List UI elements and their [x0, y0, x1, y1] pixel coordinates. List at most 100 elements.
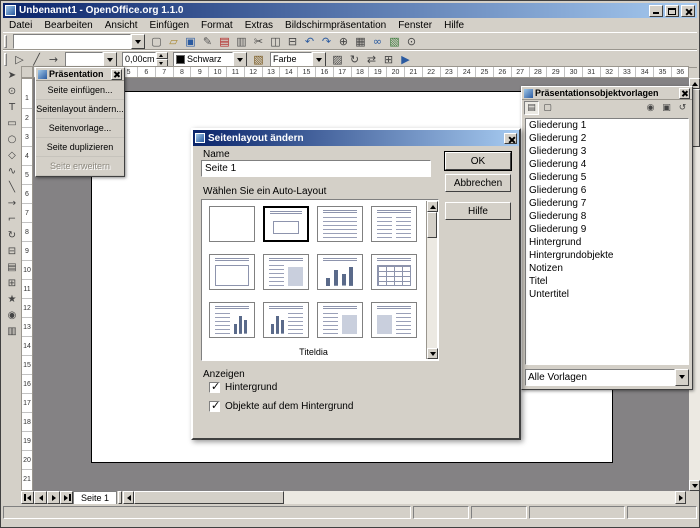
save-document-icon[interactable]: ▣ — [182, 33, 199, 49]
layout-option[interactable] — [209, 302, 255, 338]
presentation-styles-icon[interactable]: ▤ — [524, 101, 539, 115]
line-style-value[interactable] — [65, 52, 103, 67]
style-item[interactable]: Gliederung 9 — [526, 223, 688, 236]
horizontal-ruler[interactable]: 1234567891011121314151617181920212223242… — [33, 66, 689, 78]
style-item[interactable]: Notizen — [526, 262, 688, 275]
palette-close-button[interactable] — [111, 69, 122, 80]
vertical-ruler[interactable]: 123456789101112131415161718192021 — [21, 78, 33, 491]
edit-points-icon[interactable]: ▷ — [11, 51, 28, 67]
scroll-left-button[interactable] — [123, 491, 134, 504]
edit-file-icon[interactable]: ✎ — [199, 33, 216, 49]
line-style-dropdown-button[interactable] — [103, 52, 117, 67]
scroll-down-button[interactable] — [427, 348, 438, 359]
menu-item[interactable]: Ansicht — [99, 19, 144, 32]
layout-option[interactable] — [263, 302, 309, 338]
area-fill-dropdown-button[interactable] — [312, 52, 326, 67]
menu-item[interactable]: Hilfe — [438, 19, 470, 32]
scrollbar-track[interactable] — [284, 491, 675, 504]
scroll-right-button[interactable] — [675, 491, 686, 504]
fill-format-mode-icon[interactable]: ◉ — [643, 101, 658, 115]
export-pdf-icon[interactable]: ▤ — [216, 33, 233, 49]
graphics-styles-icon[interactable]: ▢ — [540, 101, 555, 115]
connector-tool-icon[interactable]: ⌐ — [4, 212, 21, 228]
style-item[interactable]: Hintergrund — [526, 236, 688, 249]
dialog-close-button[interactable] — [504, 133, 517, 144]
layout-option[interactable] — [317, 206, 363, 242]
palette-item[interactable]: Seite duplizieren — [36, 138, 124, 157]
menu-item[interactable]: Fenster — [392, 19, 438, 32]
copy-icon[interactable]: ◫ — [267, 33, 284, 49]
style-item[interactable]: Gliederung 2 — [526, 132, 688, 145]
minimize-button[interactable] — [649, 5, 663, 17]
scrollbar-track[interactable] — [427, 238, 437, 348]
scrollbar-thumb[interactable] — [134, 491, 284, 504]
rotate-tool-icon[interactable]: ↻ — [4, 228, 21, 244]
menu-item[interactable]: Datei — [3, 19, 38, 32]
layout-option[interactable] — [371, 302, 417, 338]
rotate-object-icon[interactable]: ↻ — [346, 51, 363, 67]
start-presentation-icon[interactable]: ▶ — [397, 51, 414, 67]
navigator-icon[interactable]: ⊕ — [335, 33, 352, 49]
line-color-value-box[interactable]: Schwarz — [173, 52, 233, 67]
menu-item[interactable]: Format — [195, 19, 239, 32]
rectangle-tool-icon[interactable]: ▭ — [4, 116, 21, 132]
style-item[interactable]: Untertitel — [526, 288, 688, 301]
next-page-button[interactable] — [47, 491, 60, 504]
url-input[interactable] — [13, 34, 131, 49]
zoom-tool-icon[interactable]: ⊙ — [4, 84, 21, 100]
toolbar-grip[interactable] — [4, 53, 7, 66]
new-style-icon[interactable]: ▣ — [659, 101, 674, 115]
background-checkbox[interactable]: Hintergrund — [209, 382, 353, 393]
horizontal-scrollbar[interactable] — [123, 491, 686, 504]
scroll-up-button[interactable] — [427, 201, 438, 212]
layout-scrollbar[interactable] — [426, 201, 437, 359]
print-icon[interactable]: ▥ — [233, 33, 250, 49]
style-filter-dropdown-button[interactable] — [675, 369, 689, 386]
interaction-tool-icon[interactable]: ◉ — [4, 308, 21, 324]
ellipse-tool-icon[interactable]: ○ — [4, 132, 21, 148]
toolbar-grip[interactable] — [4, 35, 7, 48]
line-width-value[interactable]: 0,00cm — [122, 52, 156, 67]
title-bar[interactable]: Unbenannt1 - OpenOffice.org 1.1.0 — [3, 3, 697, 18]
curve-tool-icon[interactable]: ∿ — [4, 164, 21, 180]
menu-item[interactable]: Extras — [239, 19, 279, 32]
layout-option[interactable] — [263, 206, 309, 242]
layout-option[interactable] — [317, 254, 363, 290]
stylist-close-button[interactable] — [679, 88, 690, 99]
area-dialog-icon[interactable]: ▧ — [250, 51, 267, 67]
previous-page-button[interactable] — [34, 491, 47, 504]
tab-splitter[interactable] — [118, 491, 122, 504]
layout-option[interactable] — [371, 206, 417, 242]
insert-tool-icon[interactable]: ⊞ — [4, 276, 21, 292]
dialog-title-bar[interactable]: Seitenlayout ändern — [193, 130, 519, 146]
style-filter-value[interactable]: Alle Vorlagen — [525, 369, 675, 386]
style-item[interactable]: Gliederung 1 — [526, 119, 688, 132]
url-dropdown-button[interactable] — [131, 34, 145, 49]
palette-item[interactable]: Seitenvorlage... — [36, 119, 124, 138]
hyperlink-icon[interactable]: ∞ — [369, 33, 386, 49]
layout-option[interactable] — [209, 254, 255, 290]
style-item[interactable]: Hintergrundobjekte — [526, 249, 688, 262]
arrange-tool-icon[interactable]: ▤ — [4, 260, 21, 276]
shadow-icon[interactable]: ▨ — [329, 51, 346, 67]
palette-item[interactable]: Seite einfügen... — [36, 81, 124, 100]
style-item[interactable]: Gliederung 7 — [526, 197, 688, 210]
help-button[interactable]: Hilfe — [445, 202, 511, 220]
background-objects-checkbox[interactable]: Objekte auf dem Hintergrund — [209, 401, 353, 412]
style-item[interactable]: Titel — [526, 275, 688, 288]
palette-title-bar[interactable]: Präsentation — [36, 68, 124, 81]
flip-icon[interactable]: ⇄ — [363, 51, 380, 67]
arrow-tool-icon[interactable]: → — [4, 196, 21, 212]
palette-item[interactable]: Seitenlayout ändern... — [36, 100, 124, 119]
first-page-button[interactable] — [21, 491, 34, 504]
close-button[interactable] — [681, 5, 695, 17]
checkbox-box[interactable] — [209, 382, 220, 393]
spin-up-button[interactable] — [156, 52, 168, 60]
layout-name-input[interactable] — [201, 160, 431, 177]
menu-item[interactable]: Einfügen — [144, 19, 195, 32]
checkbox-box[interactable] — [209, 401, 220, 412]
style-item[interactable]: Gliederung 4 — [526, 158, 688, 171]
menu-item[interactable]: Bildschirmpräsentation — [279, 19, 392, 32]
open-document-icon[interactable]: ▱ — [165, 33, 182, 49]
update-style-icon[interactable]: ↺ — [675, 101, 690, 115]
